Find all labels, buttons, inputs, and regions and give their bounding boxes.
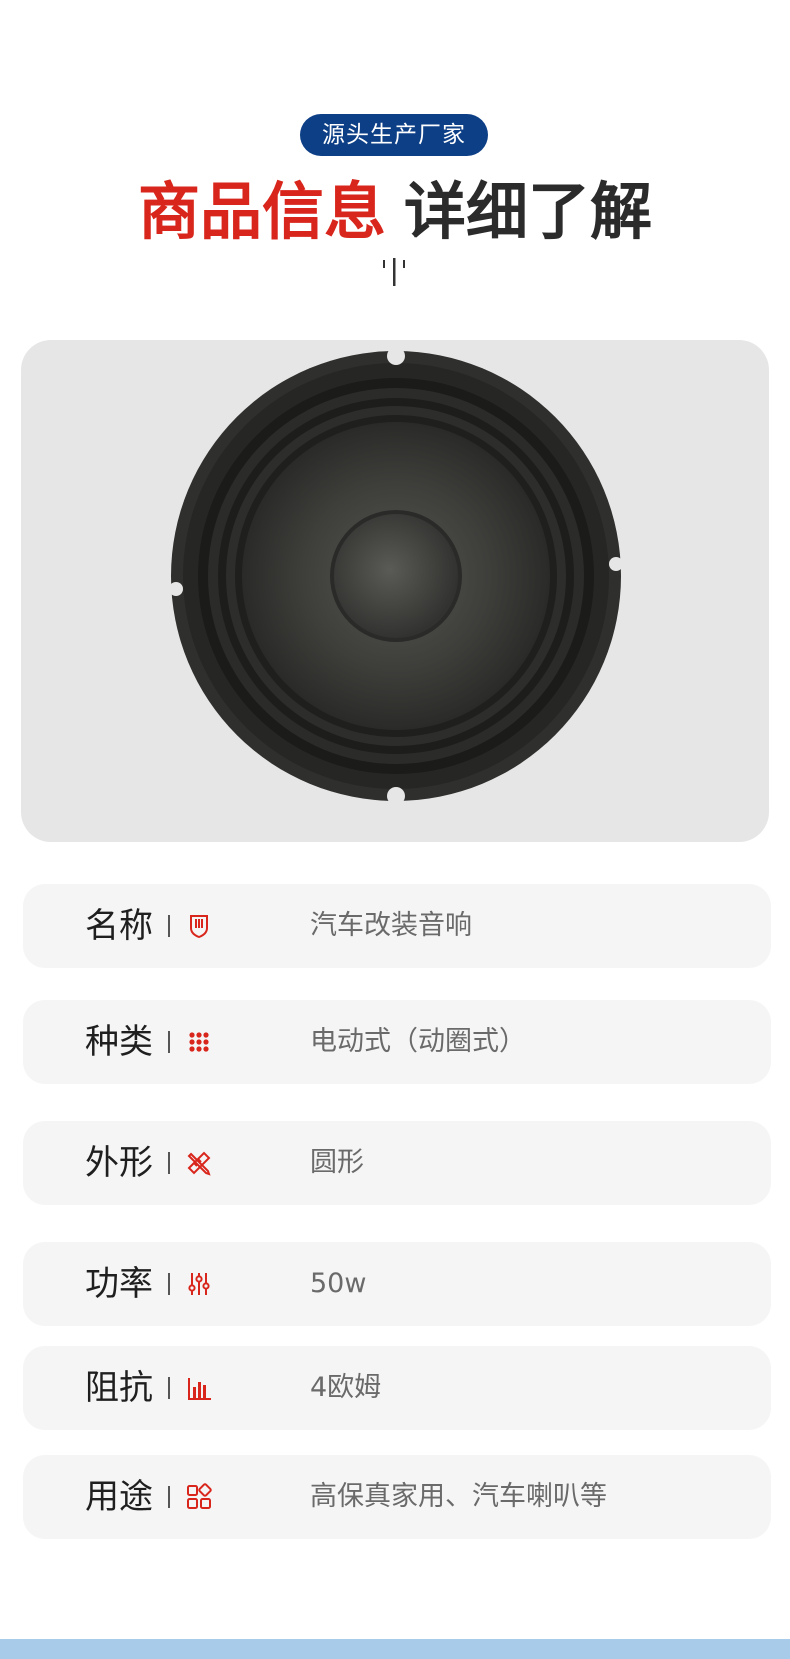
bottom-bar [0, 1639, 790, 1659]
shield-icon [190, 915, 208, 939]
speaker-image [169, 347, 623, 805]
spec-separator [168, 1273, 170, 1295]
spec-label: 功率 [85, 1264, 153, 1304]
spec-label: 种类 [85, 1022, 153, 1062]
spec-separator [168, 1031, 170, 1053]
spec-row-impedance: 阻抗 4欧姆 [23, 1346, 771, 1430]
product-photo [21, 340, 769, 842]
spec-label: 名称 [85, 906, 153, 946]
spec-row-usage: 用途 高保真家用、汽车喇叭等 [23, 1455, 771, 1539]
sliders-icon [188, 1273, 210, 1295]
title-highlight: 商品信息 [137, 175, 386, 248]
title-rest: 详细了解 [404, 175, 653, 248]
spec-label: 阻抗 [85, 1368, 153, 1408]
page-title: 商品信息 详细了解 [0, 172, 790, 252]
apps-grid-icon [187, 1483, 212, 1509]
spec-label: 外形 [85, 1143, 153, 1183]
spec-row-type: 种类 电动式（动圈式） [23, 1000, 771, 1084]
spec-value: 4欧姆 [310, 1372, 382, 1403]
dot-grid-icon [189, 1032, 209, 1052]
spec-label: 用途 [85, 1477, 153, 1517]
spec-value: 电动式（动圈式） [310, 1026, 526, 1057]
spec-separator [168, 1486, 170, 1508]
spec-value: 高保真家用、汽车喇叭等 [310, 1481, 607, 1512]
ruler-pencil-icon [187, 1151, 211, 1176]
spec-row-power: 功率 50w [23, 1242, 771, 1326]
spec-value: 圆形 [310, 1147, 364, 1178]
divider-tick-icon [383, 258, 405, 286]
spec-separator [168, 1152, 170, 1174]
spec-value: 50w [310, 1268, 367, 1299]
spec-row-shape: 外形 圆形 [23, 1121, 771, 1205]
spec-value: 汽车改装音响 [310, 910, 472, 941]
manufacturer-badge: 源头生产厂家 [300, 114, 488, 156]
spec-row-name: 名称 汽车改装音响 [23, 884, 771, 968]
spec-separator [168, 915, 170, 937]
spec-separator [168, 1377, 170, 1399]
bar-chart-icon [188, 1378, 211, 1400]
